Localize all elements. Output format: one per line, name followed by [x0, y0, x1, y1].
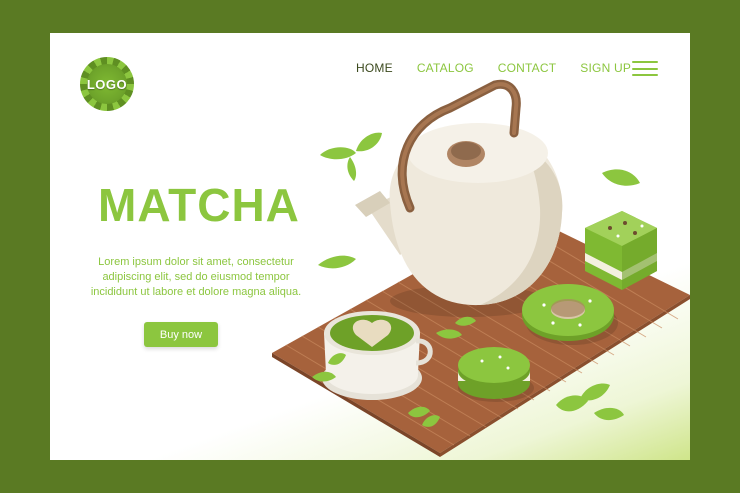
matcha-macaron: [458, 347, 534, 402]
matcha-illustration: [272, 79, 690, 457]
hamburger-menu-icon[interactable]: [632, 61, 658, 76]
hero-title: MATCHA: [98, 179, 300, 231]
nav-home[interactable]: HOME: [356, 61, 393, 75]
logo[interactable]: LOGO: [80, 57, 134, 111]
matcha-cake: [585, 211, 657, 290]
landing-page: LOGO HOME CATALOG CONTACT SIGN UP MATCHA…: [50, 33, 690, 460]
hero-description: Lorem ipsum dolor sit amet, consectetur …: [90, 256, 302, 298]
tea-leaves: [312, 132, 640, 427]
matcha-donut: [522, 284, 618, 345]
main-nav: HOME CATALOG CONTACT SIGN UP: [356, 61, 655, 75]
nav-catalog[interactable]: CATALOG: [417, 61, 474, 75]
nav-sign-up[interactable]: SIGN UP: [580, 61, 631, 75]
teapot: [355, 79, 563, 317]
buy-now-button[interactable]: Buy now: [144, 322, 218, 347]
matcha-cup: [322, 311, 433, 400]
logo-text: LOGO: [86, 76, 128, 92]
logo-swirl-icon: LOGO: [87, 64, 127, 104]
nav-contact[interactable]: CONTACT: [498, 61, 557, 75]
bamboo-mat: [272, 213, 690, 457]
